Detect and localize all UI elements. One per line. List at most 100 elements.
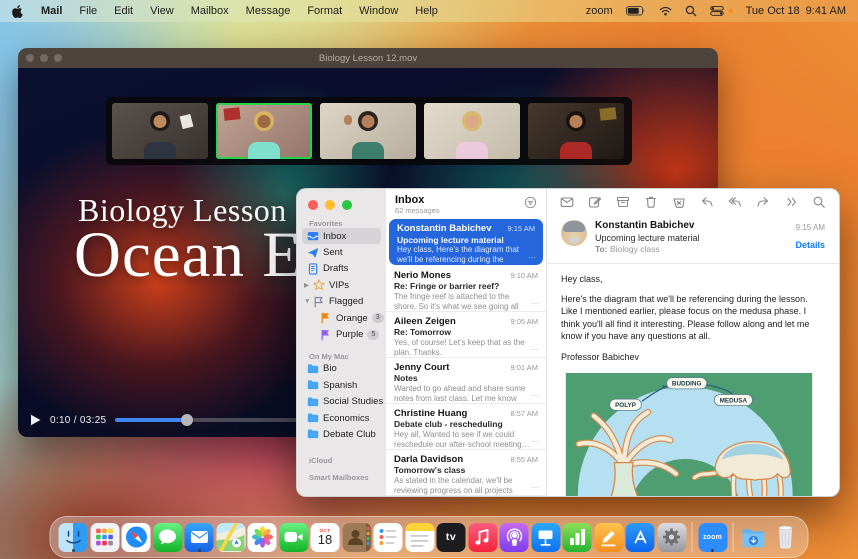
forward-icon[interactable] — [756, 195, 770, 209]
dock-system-settings-icon[interactable] — [657, 523, 686, 552]
message-row[interactable]: Nerio Mones9:10 AM Re: Fringe or barrier… — [386, 266, 546, 312]
search-icon[interactable] — [812, 195, 826, 209]
chevron-right-icon[interactable]: ▶ — [304, 281, 309, 289]
compose-icon[interactable] — [588, 195, 602, 209]
participant-avatar — [248, 142, 280, 159]
dock-finder-icon[interactable] — [59, 523, 88, 552]
menu-view[interactable]: View — [150, 5, 174, 17]
smart-mailboxes-section-label[interactable]: Smart Mailboxes — [302, 473, 381, 482]
battery-icon[interactable] — [626, 6, 646, 16]
sidebar-item-flagged[interactable]: ▼ Flagged — [302, 294, 381, 310]
control-center-icon[interactable] — [710, 6, 724, 16]
message-row[interactable]: Jenny Court9:01 AM Notes Wanted to go ah… — [386, 358, 546, 404]
mail-toolbar — [547, 189, 839, 215]
to-label: To: — [595, 244, 608, 254]
dock-app-store-icon[interactable] — [626, 523, 655, 552]
folder-icon — [307, 396, 319, 408]
sidebar-item-vips[interactable]: ▶ VIPs — [302, 277, 381, 293]
dock-calendar-icon[interactable]: OCT18 — [311, 523, 340, 552]
junk-icon[interactable] — [672, 195, 686, 209]
menu-window[interactable]: Window — [359, 5, 398, 17]
menu-format[interactable]: Format — [307, 5, 342, 17]
dock-downloads-folder-icon[interactable] — [739, 523, 768, 552]
sidebar-item-bio[interactable]: Bio — [302, 361, 381, 377]
dock-mail-icon[interactable] — [185, 523, 214, 552]
menu-help[interactable]: Help — [415, 5, 438, 17]
dock-keynote-icon[interactable] — [531, 523, 560, 552]
menu-edit[interactable]: Edit — [114, 5, 133, 17]
menu-file[interactable]: File — [79, 5, 97, 17]
message-row[interactable]: Christine Huang8:57 AM Debate club - res… — [386, 404, 546, 450]
dock-launchpad-icon[interactable] — [90, 523, 119, 552]
sidebar-item-social-studies[interactable]: Social Studies — [302, 394, 381, 410]
filter-icon[interactable] — [524, 196, 537, 214]
message-sender: Konstantin Babichev — [397, 223, 492, 234]
dock-podcasts-icon[interactable] — [500, 523, 529, 552]
dock-photos-icon[interactable] — [248, 523, 277, 552]
dock-safari-icon[interactable] — [122, 523, 151, 552]
sidebar-item-economics[interactable]: Economics — [302, 410, 381, 426]
participant-avatar — [258, 115, 271, 128]
play-button[interactable] — [30, 414, 41, 426]
dock-music-icon[interactable] — [468, 523, 497, 552]
scrubber-handle[interactable] — [181, 414, 193, 426]
sidebar-item-debate-club[interactable]: Debate Club — [302, 426, 381, 442]
lifecycle-diagram-attachment[interactable]: POLYP BUDDING MEDUSA — [557, 373, 829, 496]
more-icon[interactable] — [784, 195, 798, 209]
apple-menu-icon[interactable] — [12, 4, 24, 18]
menu-message[interactable]: Message — [246, 5, 291, 17]
dock-contacts-icon[interactable] — [342, 523, 371, 552]
dock-maps-icon[interactable] — [216, 523, 245, 552]
tv-label: tv — [446, 531, 456, 543]
sidebar-item-orange-flag[interactable]: Orange 3 — [315, 310, 381, 326]
dock-reminders-icon[interactable] — [374, 523, 403, 552]
dock-apple-tv-icon[interactable]: tv — [437, 523, 466, 552]
close-button[interactable] — [308, 200, 318, 210]
zoom-window-button[interactable] — [342, 200, 352, 210]
inbox-icon — [307, 230, 319, 242]
menubar-time[interactable]: 9:41 AM — [806, 5, 846, 17]
participant-tile-3[interactable] — [320, 103, 416, 159]
icloud-section-label[interactable]: iCloud — [302, 456, 381, 465]
budding-label: BUDDING — [672, 381, 702, 388]
sidebar-item-spanish[interactable]: Spanish — [302, 377, 381, 393]
dock-zoom-icon[interactable]: zoom — [698, 523, 727, 552]
sidebar-item-label: Orange — [336, 313, 368, 324]
menu-mailbox[interactable]: Mailbox — [191, 5, 229, 17]
archive-icon[interactable] — [616, 195, 630, 209]
sidebar-item-drafts[interactable]: Drafts — [302, 261, 381, 277]
search-icon[interactable] — [685, 5, 697, 17]
message-row-selected[interactable]: Konstantin Babichev9:15 AM Upcoming lect… — [389, 219, 543, 265]
wifi-icon[interactable] — [659, 6, 672, 16]
dock-trash-icon[interactable] — [771, 523, 800, 552]
reply-icon[interactable] — [700, 195, 714, 209]
details-link[interactable]: Details — [795, 240, 825, 250]
chevron-down-icon[interactable]: ▼ — [304, 298, 309, 305]
get-mail-icon[interactable] — [560, 195, 574, 209]
sidebar-item-sent[interactable]: Sent — [302, 244, 381, 260]
participant-tile-4[interactable] — [424, 103, 520, 159]
zoom-status-item[interactable]: zoom — [586, 5, 613, 17]
dock-numbers-icon[interactable] — [563, 523, 592, 552]
minimize-button[interactable] — [325, 200, 335, 210]
dock-pages-icon[interactable] — [594, 523, 623, 552]
message-subject: Upcoming lecture material — [595, 233, 700, 245]
dock-notes-icon[interactable] — [405, 523, 434, 552]
message-sender: Nerio Mones — [394, 270, 451, 281]
dock-facetime-icon[interactable] — [279, 523, 308, 552]
sidebar-item-purple-flag[interactable]: Purple 5 — [315, 326, 381, 342]
message-header: Konstantin Babichev Upcoming lecture mat… — [547, 215, 839, 264]
menu-mail[interactable]: Mail — [41, 5, 62, 17]
message-row[interactable]: Darla Davidson8:55 AM Tomorrow's class A… — [386, 450, 546, 496]
dock-messages-icon[interactable] — [153, 523, 182, 552]
reply-all-icon[interactable] — [728, 195, 742, 209]
polyp-label: POLYP — [615, 402, 636, 409]
menubar-date[interactable]: Tue Oct 18 — [746, 5, 800, 17]
sidebar-item-inbox[interactable]: Inbox — [302, 228, 381, 244]
message-row[interactable]: Aileen Zeigen9:05 AM Re: Tomorrow Yes, o… — [386, 312, 546, 358]
participant-tile-5[interactable] — [528, 103, 624, 159]
delete-icon[interactable] — [644, 195, 658, 209]
participant-tile-1[interactable] — [112, 103, 208, 159]
video-window-titlebar[interactable]: Biology Lesson 12.mov — [18, 48, 718, 68]
participant-tile-2-active-speaker[interactable] — [216, 103, 312, 159]
